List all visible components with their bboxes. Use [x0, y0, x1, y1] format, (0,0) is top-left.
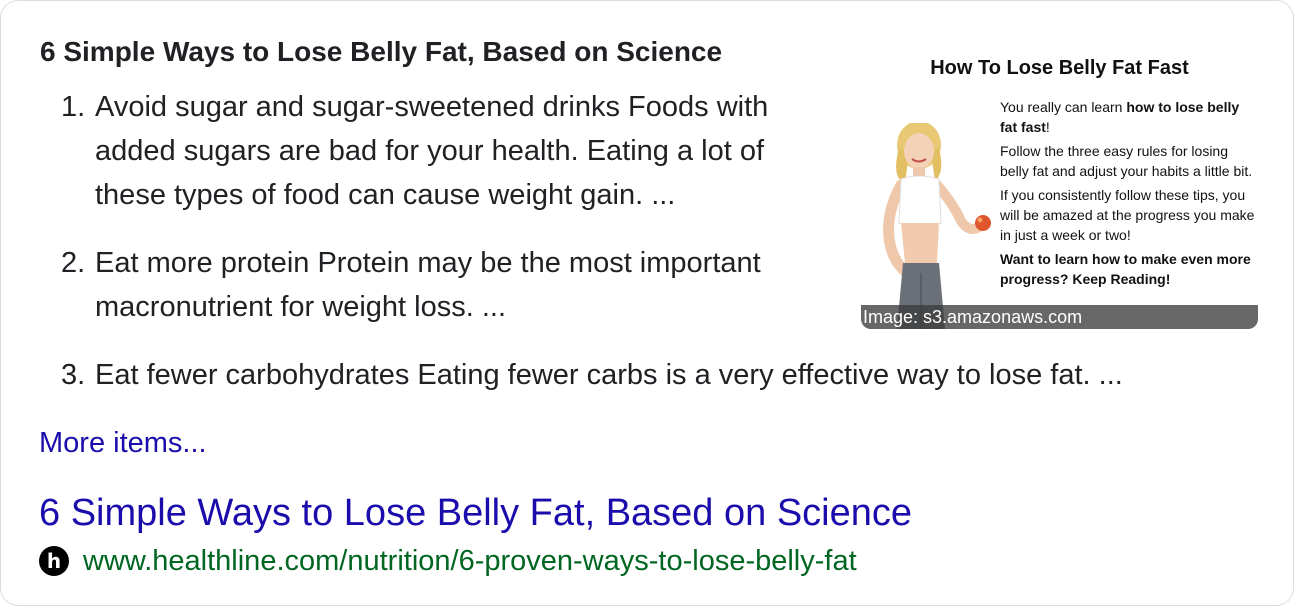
list-item: 3. Eat fewer carbohydrates Eating fewer … [39, 353, 1296, 397]
image-text-span: ! [1045, 119, 1050, 135]
image-body-text: You really can learn how to lose belly f… [1000, 97, 1255, 293]
list-item: 2. Eat more protein Protein may be the m… [39, 241, 835, 329]
image-text-span: You really can learn [1000, 99, 1127, 115]
list-item: 1. Avoid sugar and sugar-sweetened drink… [39, 85, 835, 217]
list-item-number: 1. [61, 91, 86, 123]
image-paragraph-bold: Want to learn how to make even more prog… [1000, 249, 1255, 289]
woman-figure-illustration [883, 123, 991, 329]
list-item-line: added sugars are bad for your health. Ea… [95, 135, 765, 167]
more-items-link[interactable]: More items... [39, 421, 207, 465]
image-source-caption: Image: s3.amazonaws.com [861, 305, 1258, 329]
result-title-link[interactable]: 6 Simple Ways to Lose Belly Fat, Based o… [39, 487, 912, 539]
snippet-image[interactable]: How To Lose Belly Fat Fast You really ca… [861, 33, 1258, 329]
image-text-bold: Want to learn how to make even more prog… [1000, 251, 1251, 287]
result-url-link[interactable]: www.healthline.com/nutrition/6-proven-wa… [83, 545, 857, 578]
image-title: How To Lose Belly Fat Fast [930, 57, 1189, 79]
list-item-line: Eat more protein Protein may be the most… [95, 247, 761, 279]
list-item-number: 2. [61, 247, 86, 279]
image-paragraph: If you consistently follow these tips, y… [1000, 187, 1255, 243]
result-url-row: h www.healthline.com/nutrition/6-proven-… [39, 541, 857, 581]
image-paragraph: Follow the three easy rules for losing b… [1000, 143, 1253, 179]
list-item-line: Eat fewer carbohydrates Eating fewer car… [95, 359, 1123, 391]
featured-snippet-card: 6 Simple Ways to Lose Belly Fat, Based o… [0, 0, 1294, 606]
list-item-number: 3. [61, 359, 86, 391]
list-item-line: Avoid sugar and sugar-sweetened drinks F… [95, 91, 769, 123]
image-paragraph: You really can learn how to lose belly f… [1000, 97, 1255, 137]
list-item-line: macronutrient for weight loss. ... [95, 291, 506, 323]
list-item-line: these types of food can cause weight gai… [95, 179, 676, 211]
healthline-favicon-icon: h [39, 546, 69, 576]
snippet-heading: 6 Simple Ways to Lose Belly Fat, Based o… [40, 36, 723, 67]
